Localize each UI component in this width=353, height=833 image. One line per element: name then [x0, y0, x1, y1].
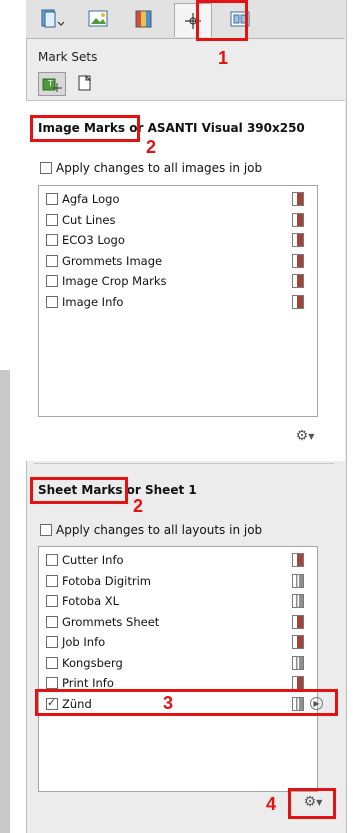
item-label: Cut Lines: [62, 212, 116, 227]
image-marks-icon: T: [42, 78, 62, 92]
callout-number: 4: [266, 794, 277, 814]
item-checkbox[interactable]: [46, 295, 58, 308]
list-item[interactable]: Kongsberg: [46, 654, 304, 672]
list-item[interactable]: Fotoba Digitrim: [46, 572, 304, 590]
item-checkbox[interactable]: [46, 234, 58, 246]
item-checkbox[interactable]: [46, 677, 58, 689]
item-label: Agfa Logo: [62, 192, 120, 206]
mark-sets-label: Mark Sets: [38, 50, 98, 64]
section-divider: [34, 463, 334, 464]
color-icon: [135, 10, 152, 28]
mark-color-icon: [292, 212, 304, 227]
item-checkbox[interactable]: [46, 615, 58, 628]
left-gray-bar: [0, 370, 10, 833]
mark-color-icon: [292, 635, 304, 649]
item-checkbox[interactable]: [46, 193, 58, 205]
mark-gray-icon: [292, 655, 304, 670]
page-setup-icon: [41, 9, 65, 28]
image-marks-settings-button[interactable]: ⚙ ▼: [292, 427, 318, 445]
callout-box-image-marks: [30, 115, 140, 142]
apply-all-images-checkbox[interactable]: Apply changes to all images in job: [40, 161, 262, 175]
callout-box-sheet-marks: [30, 477, 128, 504]
tab-bar: [26, 0, 345, 39]
gear-icon: ⚙: [295, 428, 309, 444]
callout-number: 2: [146, 137, 157, 157]
chevron-down-icon: ▼: [308, 431, 315, 441]
mark-color-icon: [292, 233, 304, 247]
list-item[interactable]: ECO3 Logo: [46, 231, 304, 249]
list-item[interactable]: Job Info: [46, 633, 304, 651]
callout-number: 3: [163, 693, 174, 713]
item-checkbox[interactable]: [46, 254, 58, 267]
sheet-marks-button[interactable]: [72, 72, 98, 94]
callout-box-settings: [288, 788, 336, 819]
callout-number: 1: [218, 48, 229, 68]
item-label: Print Info: [62, 676, 114, 690]
item-checkbox[interactable]: [46, 554, 58, 566]
list-item[interactable]: Image Info: [46, 293, 304, 311]
mark-color-icon: [292, 676, 304, 690]
item-checkbox[interactable]: [46, 595, 58, 607]
list-item[interactable]: Image Crop Marks: [46, 272, 304, 290]
checkbox[interactable]: [40, 162, 52, 174]
item-checkbox[interactable]: [46, 656, 58, 669]
mark-gray-icon: [292, 594, 304, 608]
mark-color-icon: [292, 192, 304, 206]
mark-color-icon: [292, 553, 304, 567]
mark-type-toolbar: T: [26, 70, 345, 98]
list-item[interactable]: Grommets Image: [46, 252, 304, 270]
callout-box-marks-tab: [196, 0, 248, 41]
mark-color-icon: [292, 253, 304, 268]
item-checkbox[interactable]: [46, 636, 58, 648]
item-label: Kongsberg: [62, 655, 123, 670]
image-marks-button[interactable]: T: [38, 72, 66, 96]
item-checkbox[interactable]: [46, 275, 58, 287]
list-item[interactable]: Cutter Info: [46, 551, 304, 569]
mark-gray-icon: [292, 573, 304, 588]
mark-color-icon: [292, 614, 304, 629]
item-label: Fotoba Digitrim: [62, 573, 151, 588]
item-checkbox[interactable]: [46, 574, 58, 587]
sheet-marks-heading-suffix: or Sheet 1: [126, 483, 197, 497]
item-label: Image Crop Marks: [62, 274, 167, 288]
tab-color[interactable]: [126, 4, 162, 34]
checkbox[interactable]: [40, 524, 52, 536]
apply-all-layouts-label: Apply changes to all layouts in job: [56, 523, 263, 537]
svg-text:T: T: [47, 79, 53, 88]
mark-color-icon: [292, 294, 304, 309]
apply-all-images-label: Apply changes to all images in job: [56, 161, 263, 175]
list-item[interactable]: Grommets Sheet: [46, 613, 304, 631]
item-label: Job Info: [62, 635, 106, 649]
callout-number: 2: [133, 496, 144, 516]
item-label: Fotoba XL: [62, 594, 120, 608]
list-item[interactable]: Agfa Logo: [46, 190, 304, 208]
item-label: Grommets Sheet: [62, 614, 160, 629]
item-label: Image Info: [62, 294, 124, 309]
item-label: Cutter Info: [62, 553, 124, 567]
list-item[interactable]: Fotoba XL: [46, 592, 304, 610]
item-checkbox[interactable]: [46, 213, 58, 226]
item-label: ECO3 Logo: [62, 233, 125, 247]
sheet-icon: [78, 74, 92, 91]
callout-box-zund: [35, 689, 338, 716]
item-label: Grommets Image: [62, 253, 163, 268]
tab-image[interactable]: [80, 4, 116, 34]
apply-all-layouts-checkbox[interactable]: Apply changes to all layouts in job: [40, 523, 262, 537]
mark-color-icon: [292, 274, 304, 288]
image-placement-icon: [88, 10, 108, 27]
list-item[interactable]: Cut Lines: [46, 211, 304, 229]
image-marks-heading-suffix: or ASANTI Visual 390x250: [129, 121, 305, 135]
tab-page-setup[interactable]: [34, 4, 70, 34]
